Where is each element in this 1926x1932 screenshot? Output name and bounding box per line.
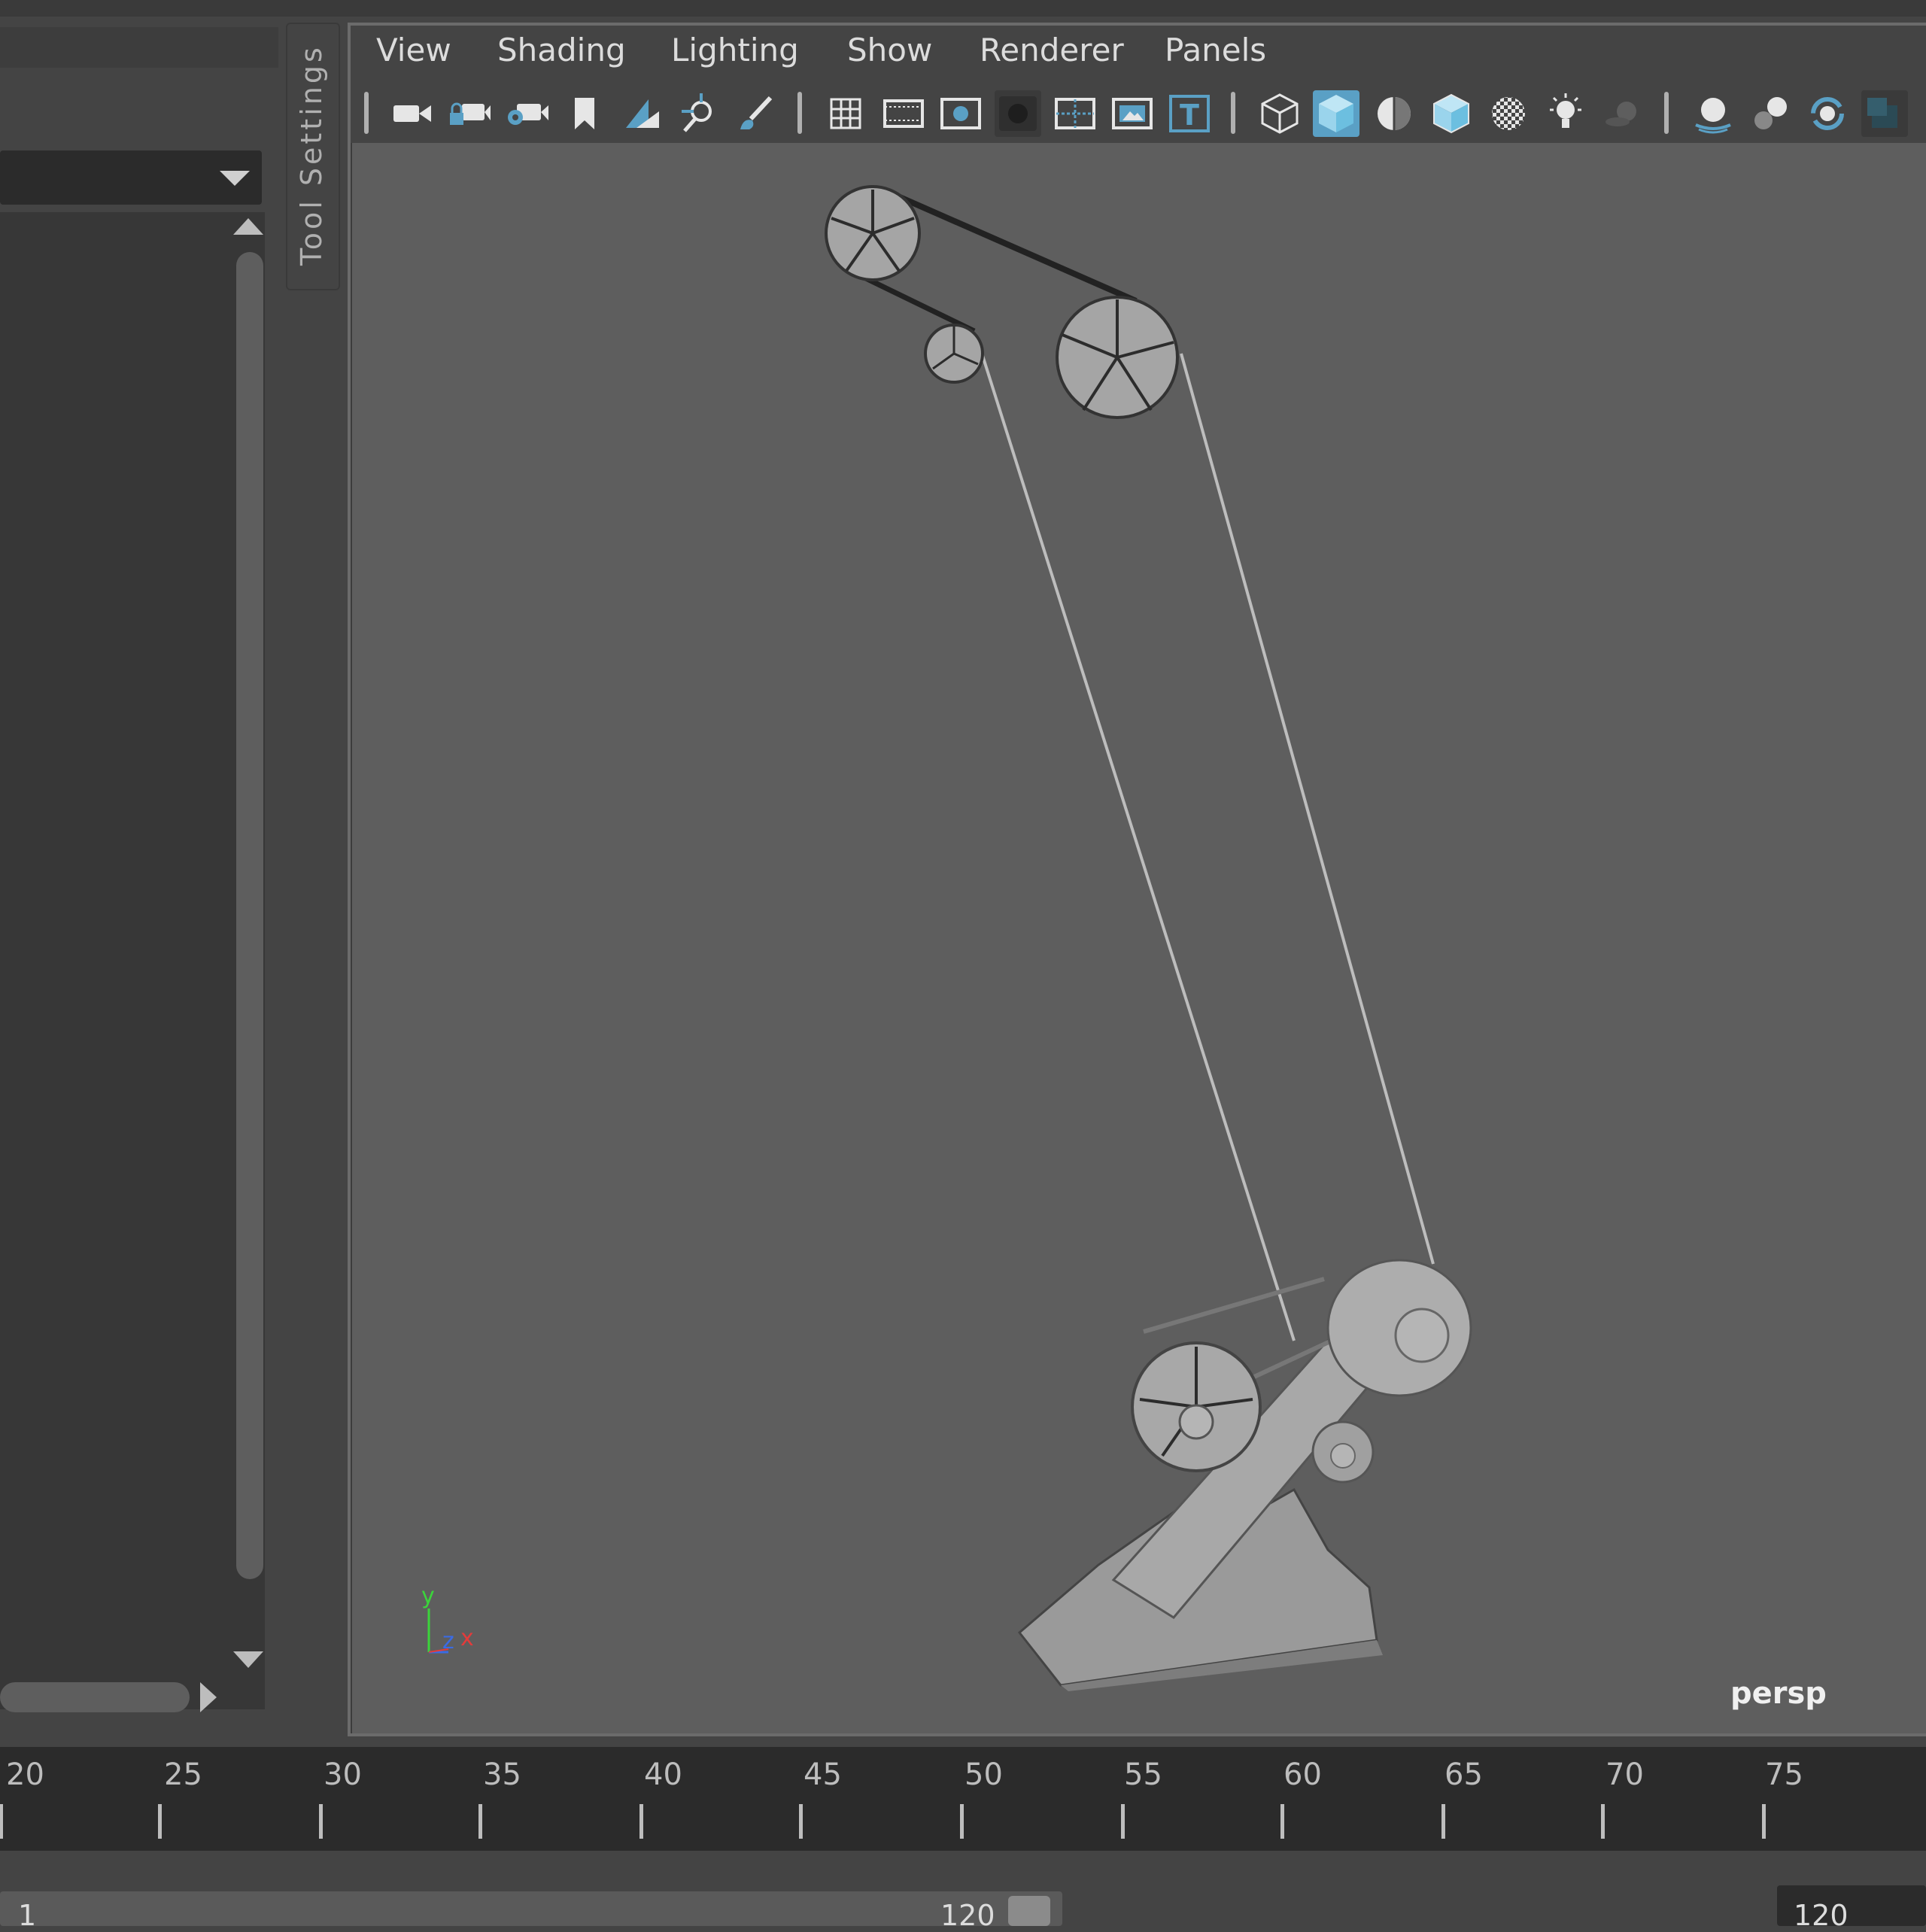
pulley-top-small [924, 324, 984, 384]
scroll-right-arrow-icon[interactable] [200, 1682, 217, 1712]
pulley-top-left [825, 185, 921, 281]
resolution-gate-icon[interactable] [937, 90, 984, 137]
belt-left-run [978, 345, 1296, 1341]
tick-label: 60 [1283, 1757, 1322, 1792]
toolbar-separator [797, 92, 802, 134]
horizontal-scrollbar-thumb[interactable] [0, 1682, 190, 1712]
tick-label: 25 [164, 1757, 202, 1792]
tool-settings-label: Tool Settings [295, 44, 328, 266]
axis-x-label: x [460, 1625, 474, 1651]
tick-mark [319, 1804, 323, 1839]
toolbar-separator [1664, 92, 1669, 134]
tick-mark [1280, 1804, 1284, 1839]
scroll-down-arrow-icon[interactable] [233, 1651, 263, 1668]
use-lights-icon[interactable] [1542, 90, 1589, 137]
screen-space-ao-icon[interactable] [1690, 90, 1736, 137]
shadows-icon[interactable] [1599, 90, 1646, 137]
tick-label: 65 [1444, 1757, 1483, 1792]
wireframe-on-shaded-icon[interactable] [1428, 90, 1475, 137]
end-time-value: 120 [1794, 1899, 1849, 1932]
field-chart-icon[interactable] [1052, 90, 1098, 137]
axis-y-label: y [421, 1583, 435, 1609]
tick-mark [1121, 1804, 1125, 1839]
isolate-select-icon[interactable] [1861, 90, 1908, 137]
camera-name-label: persp [1730, 1676, 1827, 1711]
tick-label: 55 [1124, 1757, 1162, 1792]
top-strip [0, 0, 1926, 17]
svg-text:T: T [1180, 99, 1199, 132]
tick-label: 40 [644, 1757, 682, 1792]
tick-label: 35 [483, 1757, 521, 1792]
lock-camera-icon[interactable] [445, 90, 492, 137]
outliner-list[interactable] [0, 212, 265, 1709]
tick-label: 75 [1765, 1757, 1803, 1792]
menu-show[interactable]: Show [847, 32, 932, 68]
tick-label: 70 [1606, 1757, 1644, 1792]
menu-panels[interactable]: Panels [1165, 32, 1266, 68]
motion-blur-icon[interactable] [1747, 90, 1794, 137]
film-gate-icon[interactable] [880, 90, 927, 137]
menu-lighting[interactable]: Lighting [671, 32, 799, 68]
tick-label: 50 [965, 1757, 1003, 1792]
tick-label: 30 [324, 1757, 362, 1792]
belt-drive-model[interactable] [352, 143, 1926, 1733]
flat-shade-icon[interactable] [1371, 90, 1417, 137]
safe-title-icon[interactable]: T [1166, 90, 1213, 137]
select-camera-icon[interactable] [389, 90, 436, 137]
menu-view[interactable]: View [376, 32, 451, 68]
tick-mark [639, 1804, 643, 1839]
tick-mark [1601, 1804, 1605, 1839]
tick-mark [158, 1804, 162, 1839]
image-plane-icon[interactable] [618, 90, 665, 137]
tick-label: 45 [804, 1757, 842, 1792]
range-end-value: 120 [940, 1899, 995, 1932]
track-icon[interactable] [676, 90, 722, 137]
gate-mask-icon[interactable] [995, 90, 1041, 137]
vertical-scrollbar-thumb[interactable] [236, 252, 263, 1579]
menu-renderer[interactable]: Renderer [980, 32, 1124, 68]
menu-shading[interactable]: Shading [497, 32, 626, 68]
tick-label: 20 [6, 1757, 44, 1792]
textured-icon[interactable] [1485, 90, 1532, 137]
axis-z-label: z [442, 1628, 454, 1654]
tick-mark [478, 1804, 482, 1839]
paint-icon[interactable] [733, 90, 779, 137]
top-belt [886, 189, 1138, 304]
base-assembly [1017, 1259, 1472, 1691]
toolbar-separator [1231, 92, 1235, 134]
grid-icon[interactable] [822, 90, 869, 137]
tick-mark [960, 1804, 964, 1839]
toolbar-separator [364, 92, 369, 134]
safe-action-icon[interactable] [1109, 90, 1156, 137]
scroll-up-arrow-icon[interactable] [233, 218, 263, 235]
range-start-value: 1 [18, 1899, 37, 1932]
range-slider[interactable] [0, 1891, 1062, 1926]
tick-mark [799, 1804, 803, 1839]
belt-right-run [1180, 353, 1435, 1265]
3d-viewport[interactable] [352, 143, 1926, 1733]
tick-mark [1441, 1804, 1445, 1839]
smooth-shade-icon[interactable] [1313, 90, 1359, 137]
pulley-top-right [1056, 296, 1179, 419]
bookmark-icon[interactable] [561, 90, 608, 137]
wireframe-icon[interactable] [1256, 90, 1303, 137]
tick-mark [0, 1804, 3, 1839]
camera-attributes-icon[interactable] [503, 90, 550, 137]
chevron-down-icon[interactable] [220, 171, 250, 186]
outliner-header [0, 27, 278, 68]
range-slider-handle[interactable] [1008, 1896, 1050, 1926]
anti-aliasing-icon[interactable] [1804, 90, 1851, 137]
tick-mark [1762, 1804, 1766, 1839]
